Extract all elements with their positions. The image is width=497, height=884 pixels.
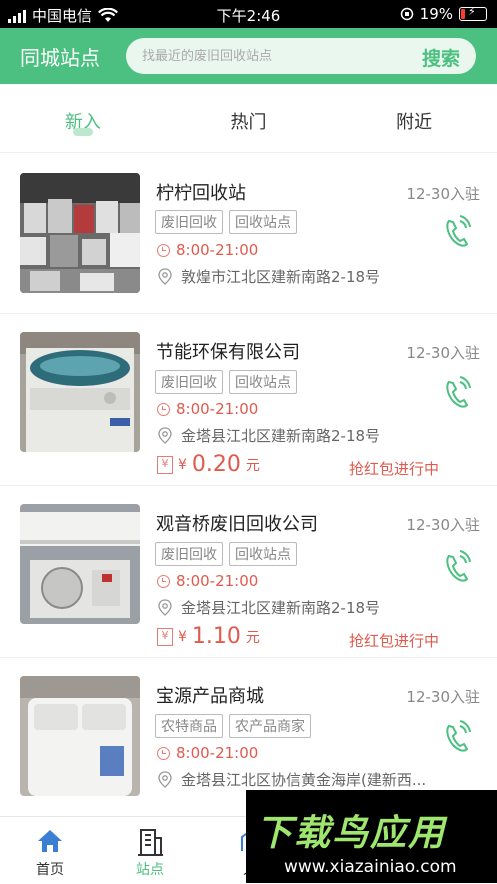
- location-pin-icon: [158, 267, 172, 285]
- station-address: 金塔县江北区建新南路2-18号: [181, 599, 381, 617]
- business-hours: 8:00-21:00: [176, 744, 259, 762]
- clock-icon: [157, 746, 170, 760]
- watermark-title: 下载鸟应用: [256, 813, 447, 854]
- nav-label: 站点: [136, 862, 164, 878]
- tag: 农产品商家: [229, 714, 311, 738]
- tag: 农特商品: [155, 714, 223, 738]
- search-box[interactable]: 搜索: [126, 38, 476, 74]
- tag: 回收站点: [229, 210, 297, 234]
- phone-icon[interactable]: [443, 215, 471, 249]
- station-card[interactable]: 观音桥废旧回收公司 12-30入驻 废旧回收 回收站点 8:00-21:00 金…: [0, 486, 497, 658]
- business-hours: 8:00-21:00: [176, 241, 259, 259]
- tag: 废旧回收: [155, 542, 223, 566]
- price-symbol: ¥: [178, 628, 187, 645]
- price-value: 1.10: [191, 624, 241, 649]
- phone-icon[interactable]: [443, 550, 471, 584]
- phone-icon[interactable]: [443, 376, 471, 410]
- station-photo: [20, 332, 140, 452]
- price-unit: 元: [245, 457, 260, 474]
- join-date: 12-30入驻: [406, 185, 480, 203]
- price-symbol: ¥: [178, 456, 187, 473]
- station-photo: [20, 676, 140, 796]
- location-pin-icon: [158, 770, 172, 788]
- station-name: 节能环保有限公司: [156, 342, 300, 363]
- join-date: 12-30入驻: [406, 688, 480, 706]
- promo-label[interactable]: 抢红包进行中: [349, 458, 439, 479]
- red-packet-icon: ¥: [157, 455, 173, 474]
- nav-stations[interactable]: 站点: [100, 817, 200, 884]
- station-name: 柠柠回收站: [156, 183, 246, 204]
- station-card[interactable]: 节能环保有限公司 12-30入驻 废旧回收 回收站点 8:00-21:00 金塔…: [0, 314, 497, 486]
- join-date: 12-30入驻: [406, 516, 480, 534]
- page-title: 同城站点: [20, 45, 100, 70]
- station-photo: [20, 504, 140, 624]
- search-button[interactable]: 搜索: [422, 44, 460, 71]
- location-pin-icon: [158, 598, 172, 616]
- station-card[interactable]: 柠柠回收站 12-30入驻 废旧回收 回收站点 8:00-21:00 敦煌市江北…: [0, 153, 497, 314]
- station-name: 宝源产品商城: [156, 686, 264, 707]
- business-hours: 8:00-21:00: [176, 400, 259, 418]
- clock-icon: [157, 574, 170, 588]
- home-icon: [38, 830, 62, 852]
- battery-icon: ⚡: [459, 5, 487, 21]
- station-address: 金塔县江北区建新南路2-18号: [181, 427, 381, 445]
- tab-label: 附近: [396, 112, 433, 133]
- nav-home[interactable]: 首页: [0, 817, 100, 884]
- station-photo: [20, 173, 140, 293]
- watermark-url: www.xiazainiao.com: [284, 857, 457, 877]
- promo-label[interactable]: 抢红包进行中: [349, 630, 439, 651]
- tab-active-indicator: [72, 128, 93, 136]
- nav-label: 首页: [36, 862, 64, 878]
- watermark-overlay: 下载鸟应用 www.xiazainiao.com: [246, 790, 497, 883]
- battery-percent: 19%: [419, 5, 453, 23]
- tag: 回收站点: [229, 370, 297, 394]
- red-packet-icon: ¥: [157, 627, 173, 646]
- building-icon: [138, 829, 163, 856]
- tag: 废旧回收: [155, 210, 223, 234]
- tab-label: 热门: [230, 112, 267, 133]
- tab-nearby[interactable]: 附近: [331, 84, 497, 152]
- status-bar: 中国电信 下午2:46 19% ⚡: [0, 0, 497, 28]
- station-address: 敦煌市江北区建新南路2-18号: [181, 268, 381, 286]
- tag: 回收站点: [229, 542, 297, 566]
- search-input[interactable]: [140, 47, 404, 65]
- join-date: 12-30入驻: [406, 344, 480, 362]
- location-pin-icon: [158, 426, 172, 444]
- tab-hot[interactable]: 热门: [166, 84, 332, 152]
- tab-new[interactable]: 新入: [0, 84, 166, 152]
- price-value: 0.20: [191, 452, 241, 477]
- station-address: 金塔县江北区协信黄金海岸(建新西...: [181, 771, 427, 789]
- station-name: 观音桥废旧回收公司: [156, 514, 318, 535]
- orientation-lock-icon: [400, 7, 413, 21]
- header-bar: 同城站点 搜索: [0, 28, 497, 84]
- clock-icon: [157, 243, 170, 257]
- business-hours: 8:00-21:00: [176, 572, 259, 590]
- station-list: 柠柠回收站 12-30入驻 废旧回收 回收站点 8:00-21:00 敦煌市江北…: [0, 153, 497, 819]
- price-unit: 元: [245, 629, 260, 646]
- clock-icon: [157, 402, 170, 416]
- tag: 废旧回收: [155, 370, 223, 394]
- tab-bar: 新入 热门 附近: [0, 84, 497, 153]
- phone-icon[interactable]: [443, 720, 471, 754]
